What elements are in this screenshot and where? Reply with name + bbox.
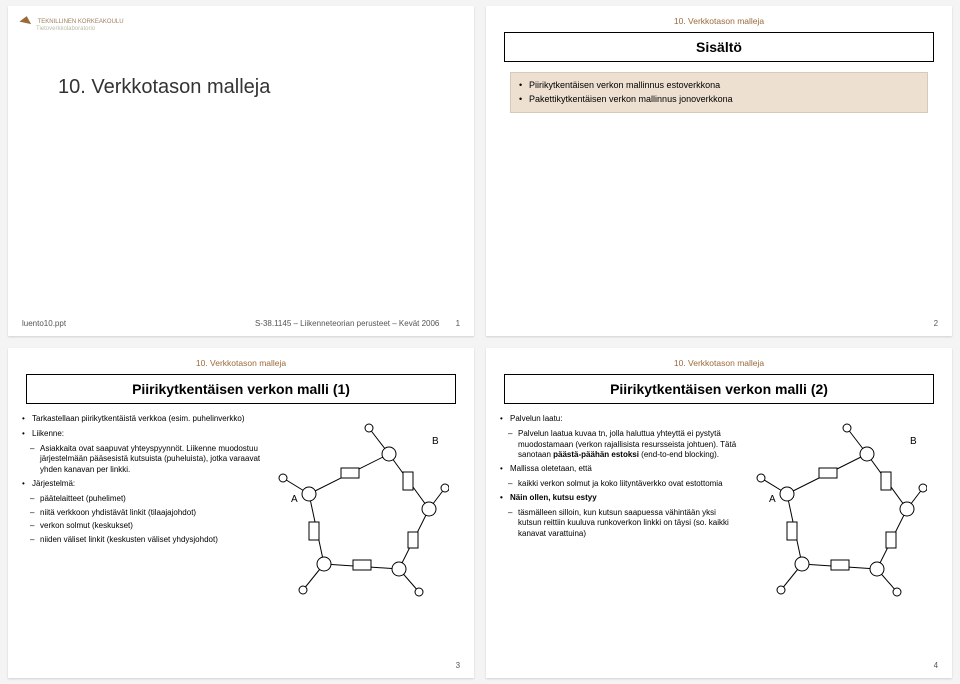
bullet-item: Piirikytkentäisen verkon mallinnus estov… bbox=[519, 79, 919, 93]
section-header: 10. Verkkotason malleja bbox=[22, 358, 460, 368]
slide-title: Piirikytkentäisen verkon malli (1) bbox=[35, 381, 447, 397]
slide-footer: luento10.ppt S-38.1145 – Liikenneteorian… bbox=[22, 319, 460, 328]
page-number: 2 bbox=[934, 319, 938, 328]
bullet-mallissa-item: kaikki verkon solmut ja koko liityntäver… bbox=[500, 479, 741, 490]
section-header: 10. Verkkotason malleja bbox=[500, 358, 938, 368]
footer-course: S-38.1145 – Liikenneteorian perusteet – … bbox=[239, 319, 456, 328]
bullet-nain-head: Näin ollen, kutsu estyy bbox=[500, 493, 741, 504]
university-logo: TEKNILLINEN KORKEAKOULU Tietoverkkolabor… bbox=[20, 16, 124, 32]
laatu-body1: Palvelun laatua kuvaa tn, jolla haluttua… bbox=[518, 429, 721, 449]
bullet-jarj-item: niitä verkkoon yhdistävät linkit (tilaaj… bbox=[22, 508, 263, 519]
deck-title: 10. Verkkotason malleja bbox=[58, 76, 460, 99]
text-column: Palvelun laatu: Palvelun laatua kuvaa tn… bbox=[500, 414, 741, 606]
slide-4: 10. Verkkotason malleja Piirikytkentäise… bbox=[486, 348, 952, 678]
bullet-jarj-item: päätelaitteet (puhelimet) bbox=[22, 494, 263, 505]
slide-footer: 3 bbox=[22, 661, 460, 670]
footer-filename: luento10.ppt bbox=[22, 319, 239, 328]
bullet-jarj-head: Järjestelmä: bbox=[22, 479, 263, 490]
bullet-liikenne-body: Asiakkaita ovat saapuvat yhteyspyynnöt. … bbox=[22, 444, 263, 476]
bullet-laatu-body: Palvelun laatua kuvaa tn, jolla haluttua… bbox=[500, 429, 741, 461]
title-box: Piirikytkentäisen verkon malli (2) bbox=[504, 374, 934, 404]
triangle-icon bbox=[19, 15, 32, 24]
title-box: Sisältö bbox=[504, 32, 934, 62]
slide-footer: 2 bbox=[500, 319, 938, 328]
bullet-mallissa-head: Mallissa oletetaan, että bbox=[500, 464, 741, 475]
title-box: Piirikytkentäisen verkon malli (1) bbox=[26, 374, 456, 404]
network-graph: A B bbox=[269, 414, 449, 604]
page-number: 1 bbox=[456, 319, 460, 328]
slide-2: 10. Verkkotason malleja Sisältö Piirikyt… bbox=[486, 6, 952, 336]
graph-label-a: A bbox=[769, 494, 776, 505]
slide-title: Sisältö bbox=[513, 39, 925, 55]
slide-footer: 4 bbox=[500, 661, 938, 670]
laatu-body2-post: (end-to-end blocking). bbox=[639, 450, 719, 459]
graph-label-a: A bbox=[291, 494, 298, 505]
bullet-nain-item: täsmälleen silloin, kun kutsun saapuessa… bbox=[500, 508, 741, 540]
bullet-jarj-item: verkon solmut (keskukset) bbox=[22, 521, 263, 532]
bullet-list: Piirikytkentäisen verkon mallinnus estov… bbox=[510, 72, 928, 113]
figure-column: A B bbox=[269, 414, 460, 606]
bullet-intro: Tarkastellaan piirikytkentäistä verkkoa … bbox=[22, 414, 263, 425]
section-header: 10. Verkkotason malleja bbox=[500, 16, 938, 26]
logo-line2: Tietoverkkolaboratorio bbox=[36, 26, 95, 32]
network-graph: A B bbox=[747, 414, 927, 604]
page-number: 3 bbox=[456, 661, 460, 670]
bullet-laatu-head: Palvelun laatu: bbox=[500, 414, 741, 425]
page-number: 4 bbox=[934, 661, 938, 670]
slide-1: TEKNILLINEN KORKEAKOULU Tietoverkkolabor… bbox=[8, 6, 474, 336]
graph-label-b: B bbox=[432, 436, 439, 447]
graph-label-b: B bbox=[910, 436, 917, 447]
slide-3: 10. Verkkotason malleja Piirikytkentäise… bbox=[8, 348, 474, 678]
bullet-item: Pakettikytkentäisen verkon mallinnus jon… bbox=[519, 93, 919, 107]
logo-line1: TEKNILLINEN KORKEAKOULU bbox=[38, 19, 124, 25]
text-column: Tarkastellaan piirikytkentäistä verkkoa … bbox=[22, 414, 263, 606]
slide-title: Piirikytkentäisen verkon malli (2) bbox=[513, 381, 925, 397]
bullet-jarj-item: niiden väliset linkit (keskusten väliset… bbox=[22, 535, 263, 546]
figure-column: A B bbox=[747, 414, 938, 606]
laatu-body2-bold: päästä-päähän estoksi bbox=[553, 450, 639, 459]
bullet-liikenne-head: Liikenne: bbox=[22, 429, 263, 440]
